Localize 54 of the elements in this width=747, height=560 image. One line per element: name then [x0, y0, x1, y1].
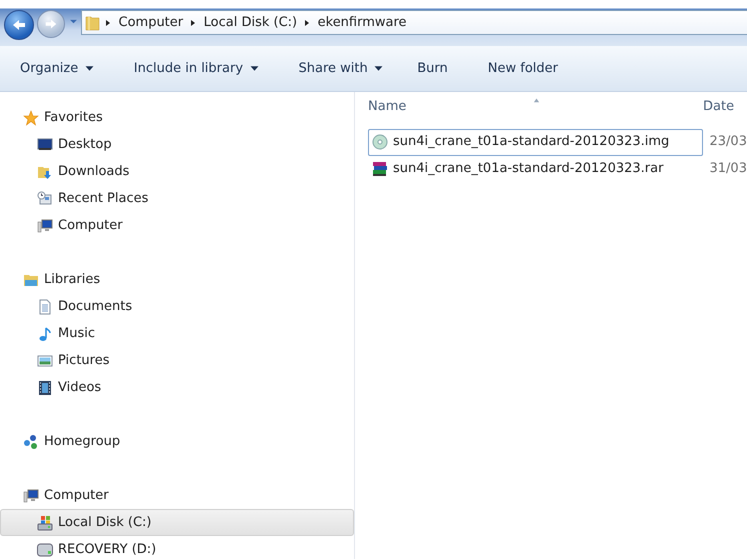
nav-item[interactable]: Downloads [0, 158, 354, 185]
disc-icon [372, 134, 388, 150]
breadcrumb-link[interactable]: ekenfirmware [314, 12, 410, 32]
folder-icon [85, 14, 101, 30]
nav-section-header[interactable]: Favorites [0, 104, 354, 131]
document-icon [37, 298, 53, 314]
nav-item[interactable]: Documents [0, 293, 354, 320]
chevron-icon [189, 18, 198, 26]
film-icon [37, 380, 53, 396]
chevron-icon [303, 18, 312, 26]
address-bar[interactable]: Computer Local Disk (C:) ekenfirmware [80, 10, 747, 35]
recent-places-icon [37, 190, 53, 206]
nav-section-header[interactable]: Computer [0, 482, 354, 509]
computer-icon [23, 488, 39, 504]
homegroup-icon [23, 434, 39, 450]
breadcrumb-link[interactable]: Local Disk (C:) [200, 12, 300, 32]
nav-item[interactable]: RECOVERY (D:) [0, 536, 354, 560]
left-arrow-icon [11, 17, 27, 33]
picture-frame-icon [37, 352, 53, 368]
computer-icon [37, 218, 53, 234]
nav-item[interactable]: Pictures [0, 347, 354, 374]
toolbar-button[interactable]: Share with [298, 58, 384, 78]
caret-icon [250, 64, 259, 73]
toolbar-button[interactable]: Include in library [134, 58, 259, 78]
date-cell-text: 31/03 [708, 160, 747, 178]
stacked-books-icon [372, 161, 388, 177]
drive-icon [37, 542, 53, 558]
nav-item[interactable]: Videos [0, 374, 354, 401]
nav-item[interactable]: Recent Places [0, 185, 354, 212]
toolbar-button[interactable]: Organize [20, 58, 94, 78]
toolbar-button[interactable]: Burn [417, 58, 448, 78]
nav-section-header[interactable]: Libraries [0, 266, 354, 293]
sort-arrow-icon [532, 97, 540, 104]
chevron-icon [104, 18, 112, 26]
music-note-icon [37, 326, 53, 342]
file-item[interactable]: sun4i_crane_t01a-standard-20120323.rar [368, 156, 703, 182]
toolbar-button[interactable]: New folder [488, 58, 558, 78]
nav-item[interactable]: Music [0, 320, 354, 347]
nav-item[interactable]: Computer [0, 212, 354, 239]
nav-section-header[interactable]: Homegroup [0, 428, 354, 455]
star-icon [23, 110, 39, 126]
column-header[interactable]: Name [368, 97, 703, 117]
nav-item[interactable]: Local Disk (C:) [0, 509, 354, 536]
breadcrumb-link[interactable]: Computer [116, 12, 186, 32]
caret-icon [374, 64, 384, 73]
monitor-icon [37, 136, 53, 152]
date-cell-text: 23/03 [708, 133, 747, 152]
column-header[interactable]: Date [703, 97, 743, 117]
system-drive-icon [37, 514, 53, 530]
back-button[interactable] [4, 10, 34, 40]
nav-item[interactable]: Desktop [0, 131, 354, 158]
file-item[interactable]: sun4i_crane_t01a-standard-20120323.img [368, 128, 703, 156]
right-arrow-icon [44, 17, 58, 31]
caret-icon [84, 64, 94, 73]
